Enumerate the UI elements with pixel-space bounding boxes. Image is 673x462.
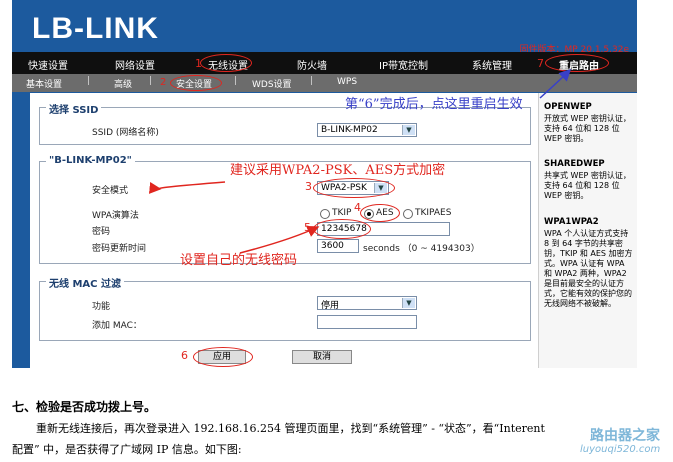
watermark-url: luyouqi520.com — [580, 444, 661, 455]
annotation-arrows — [148, 68, 572, 254]
arrow-restart — [539, 68, 572, 99]
arrow-set-password — [239, 225, 320, 254]
doc-paragraph-line1: 重新无线连接后，再次登录进入 192.168.16.254 管理页面里，找到“系… — [36, 422, 545, 435]
doc-heading: 七、检验是否成功拨上号。 — [12, 400, 157, 414]
watermark-title: 路由器之家 — [590, 428, 660, 444]
doc-paragraph-line2: 配置” 中，是否获得了广域网 IP 信息。如下图: — [12, 443, 242, 456]
arrow-recommend — [148, 181, 226, 194]
